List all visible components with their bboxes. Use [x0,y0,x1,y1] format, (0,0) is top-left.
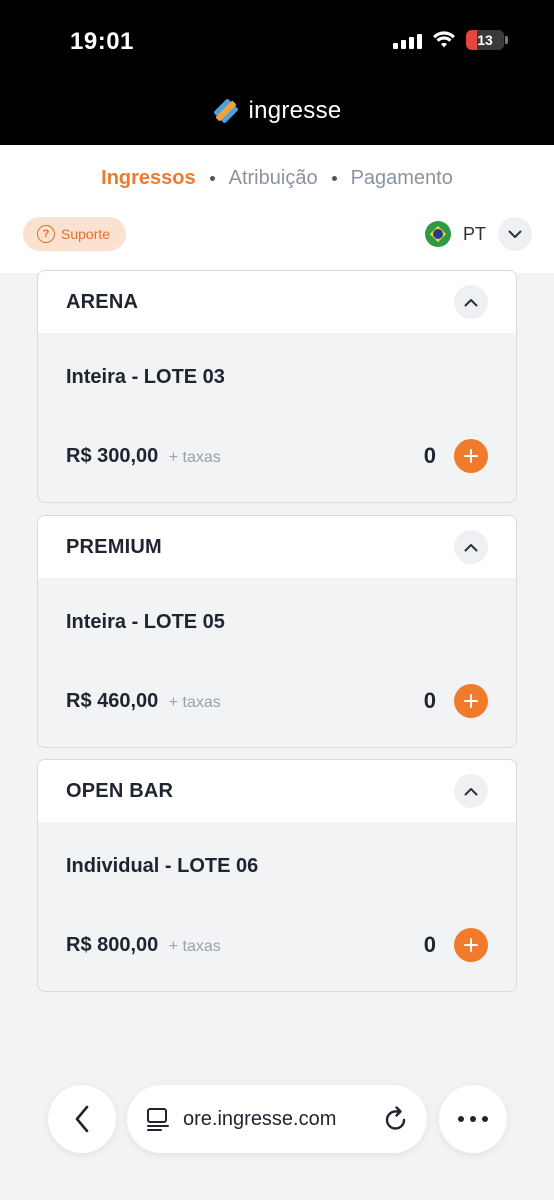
ticket-price: R$ 460,00 [66,689,159,712]
ticket-price: R$ 300,00 [66,444,159,467]
status-time: 19:01 [70,28,134,55]
more-options-button[interactable] [439,1085,507,1153]
top-bar: 19:01 13 ingresse [0,0,554,145]
status-icons: 13 [393,30,508,50]
address-bar[interactable]: ore.ingresse.com [127,1085,427,1153]
ticket-quantity: 0 [423,932,436,957]
ticket-title: ARENA [66,290,139,313]
checkout-header: Ingressos Atribuição Pagamento ? Suporte… [0,145,554,273]
chevron-left-icon [75,1105,89,1133]
signal-icon [393,31,422,49]
battery-icon: 13 [466,30,508,50]
add-ticket-button[interactable] [454,928,488,962]
brand: ingresse [0,97,554,125]
ticket-title: PREMIUM [66,535,162,558]
support-label: Suporte [61,226,111,242]
back-button[interactable] [48,1085,116,1153]
reload-icon[interactable] [383,1105,409,1133]
language-selector[interactable]: PT [424,217,532,251]
page-menu-icon[interactable] [145,1107,171,1131]
url-text: ore.ingresse.com [183,1107,337,1130]
add-ticket-button[interactable] [454,684,488,718]
ticket-card-premium: PREMIUM Inteira - LOTE 05 R$ 460,00 + ta… [37,515,517,748]
add-ticket-button[interactable] [454,439,488,473]
step-atribuicao[interactable]: Atribuição [229,167,318,190]
ticket-price-row: R$ 460,00 + taxas 0 [66,684,488,718]
more-dots-icon [458,1116,488,1122]
battery-level: 13 [477,32,493,48]
language-code: PT [462,223,486,244]
step-ingressos[interactable]: Ingressos [101,167,195,190]
ticket-price-row: R$ 800,00 + taxas 0 [66,928,488,962]
question-icon: ? [37,225,55,243]
ticket-card-header[interactable]: ARENA [38,271,516,333]
step-separator [209,176,215,181]
ticket-price-row: R$ 300,00 + taxas 0 [66,439,488,473]
brand-name: ingresse [248,97,342,124]
ticket-lote: Inteira - LOTE 05 [66,611,225,633]
plus-icon [464,694,478,708]
ticket-quantity: 0 [423,443,436,468]
step-separator [331,176,337,181]
ticket-lote: Individual - LOTE 06 [66,855,259,877]
wifi-icon [433,31,455,48]
brazil-flag-icon [424,221,451,247]
chevron-up-icon[interactable] [454,285,488,319]
ingresse-logo-icon [214,99,239,123]
checkout-steps: Ingressos Atribuição Pagamento [0,167,554,190]
support-button[interactable]: ? Suporte [23,217,127,251]
ticket-taxes: + taxas [168,937,221,955]
ticket-lote: Inteira - LOTE 03 [66,366,225,388]
chevron-down-icon[interactable] [498,217,532,251]
ticket-taxes: + taxas [168,448,221,466]
ticket-card-open-bar: OPEN BAR Individual - LOTE 06 R$ 800,00 … [37,759,517,992]
chevron-up-icon[interactable] [454,774,488,808]
ticket-card-arena: ARENA Inteira - LOTE 03 R$ 300,00 + taxa… [37,270,517,503]
plus-icon [464,449,478,463]
ticket-card-header[interactable]: PREMIUM [38,516,516,578]
plus-icon [464,938,478,952]
chevron-up-icon[interactable] [454,530,488,564]
ticket-quantity: 0 [423,688,436,713]
ticket-title: OPEN BAR [66,779,174,802]
ticket-card-header[interactable]: OPEN BAR [38,760,516,822]
ticket-taxes: + taxas [168,693,221,711]
ticket-price: R$ 800,00 [66,933,159,956]
step-pagamento[interactable]: Pagamento [351,167,453,190]
